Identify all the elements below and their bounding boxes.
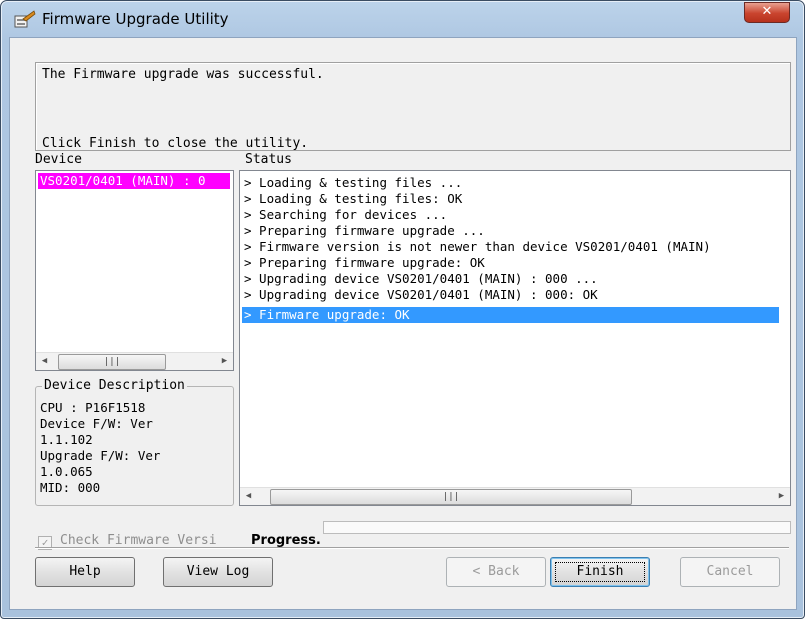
status-line: > Preparing firmware upgrade ... — [244, 223, 485, 238]
close-button[interactable]: ✕ — [744, 2, 790, 23]
device-description-text: CPU : P16F1518 Device F/W: Ver 1.1.102 U… — [40, 400, 160, 496]
device-description-group: Device Description CPU : P16F1518 Device… — [35, 378, 234, 506]
message-box: The Firmware upgrade was successful. Cli… — [35, 62, 791, 151]
firmware-upgrade-window: Firmware Upgrade Utility ✕ The Firmware … — [0, 0, 805, 619]
desc-line: MID: 000 — [40, 480, 101, 495]
device-list[interactable]: VS0201/0401 (MAIN) : 0 ◀ ||| ▶ — [35, 170, 234, 371]
scroll-left-icon[interactable]: ◀ — [36, 353, 53, 370]
window-title: Firmware Upgrade Utility — [42, 10, 229, 28]
scroll-right-icon[interactable]: ▶ — [216, 353, 233, 370]
status-log-scrollbar[interactable]: ◀ ||| ▶ — [240, 487, 790, 505]
device-list-scrollbar[interactable]: ◀ ||| ▶ — [36, 352, 233, 370]
desc-line: CPU : P16F1518 — [40, 400, 146, 415]
finish-button-label: Finish — [555, 562, 645, 582]
message-instruction: Click Finish to close the utility. — [42, 136, 309, 151]
app-icon — [14, 10, 36, 28]
dialog-client-area: The Firmware upgrade was successful. Cli… — [9, 37, 797, 610]
status-line: > Searching for devices ... — [244, 207, 448, 222]
device-item-selected[interactable]: VS0201/0401 (MAIN) : 0 — [38, 173, 230, 189]
status-line-selected[interactable]: > Firmware upgrade: OK — [242, 307, 779, 323]
device-description-title: Device Description — [42, 378, 187, 393]
status-line: > Preparing firmware upgrade: OK — [244, 255, 485, 270]
scroll-right-icon[interactable]: ▶ — [773, 488, 790, 505]
separator — [35, 547, 789, 549]
status-line: > Firmware version is not newer than dev… — [244, 239, 711, 254]
status-line: > Upgrading device VS0201/0401 (MAIN) : … — [244, 271, 598, 286]
device-label: Device — [35, 152, 82, 167]
finish-button[interactable]: Finish — [550, 557, 650, 587]
status-line: > Loading & testing files ... — [244, 175, 463, 190]
status-label: Status — [245, 152, 292, 167]
view-log-button[interactable]: View Log — [163, 557, 273, 587]
scroll-thumb[interactable]: ||| — [58, 354, 166, 370]
close-icon: ✕ — [761, 4, 773, 19]
scroll-thumb[interactable]: ||| — [270, 489, 632, 505]
desc-line: 1.1.102 — [40, 432, 93, 447]
help-button[interactable]: Help — [35, 557, 135, 587]
check-firmware-label: Check Firmware Versi — [60, 533, 217, 548]
cancel-button[interactable]: Cancel — [680, 557, 780, 587]
desc-line: Upgrade F/W: Ver — [40, 448, 161, 463]
status-line: > Loading & testing files: OK — [244, 191, 463, 206]
desc-line: 1.0.065 — [40, 464, 93, 479]
message-success: The Firmware upgrade was successful. — [42, 67, 324, 82]
back-button[interactable]: < Back — [446, 557, 546, 587]
progress-label: Progress. — [251, 533, 321, 548]
progress-bar — [323, 521, 791, 534]
title-bar[interactable]: Firmware Upgrade Utility ✕ — [1, 1, 804, 37]
desc-line: Device F/W: Ver — [40, 416, 153, 431]
status-log[interactable]: > Loading & testing files ... > Loading … — [239, 170, 791, 506]
status-line: > Upgrading device VS0201/0401 (MAIN) : … — [244, 287, 598, 302]
scroll-left-icon[interactable]: ◀ — [240, 488, 257, 505]
